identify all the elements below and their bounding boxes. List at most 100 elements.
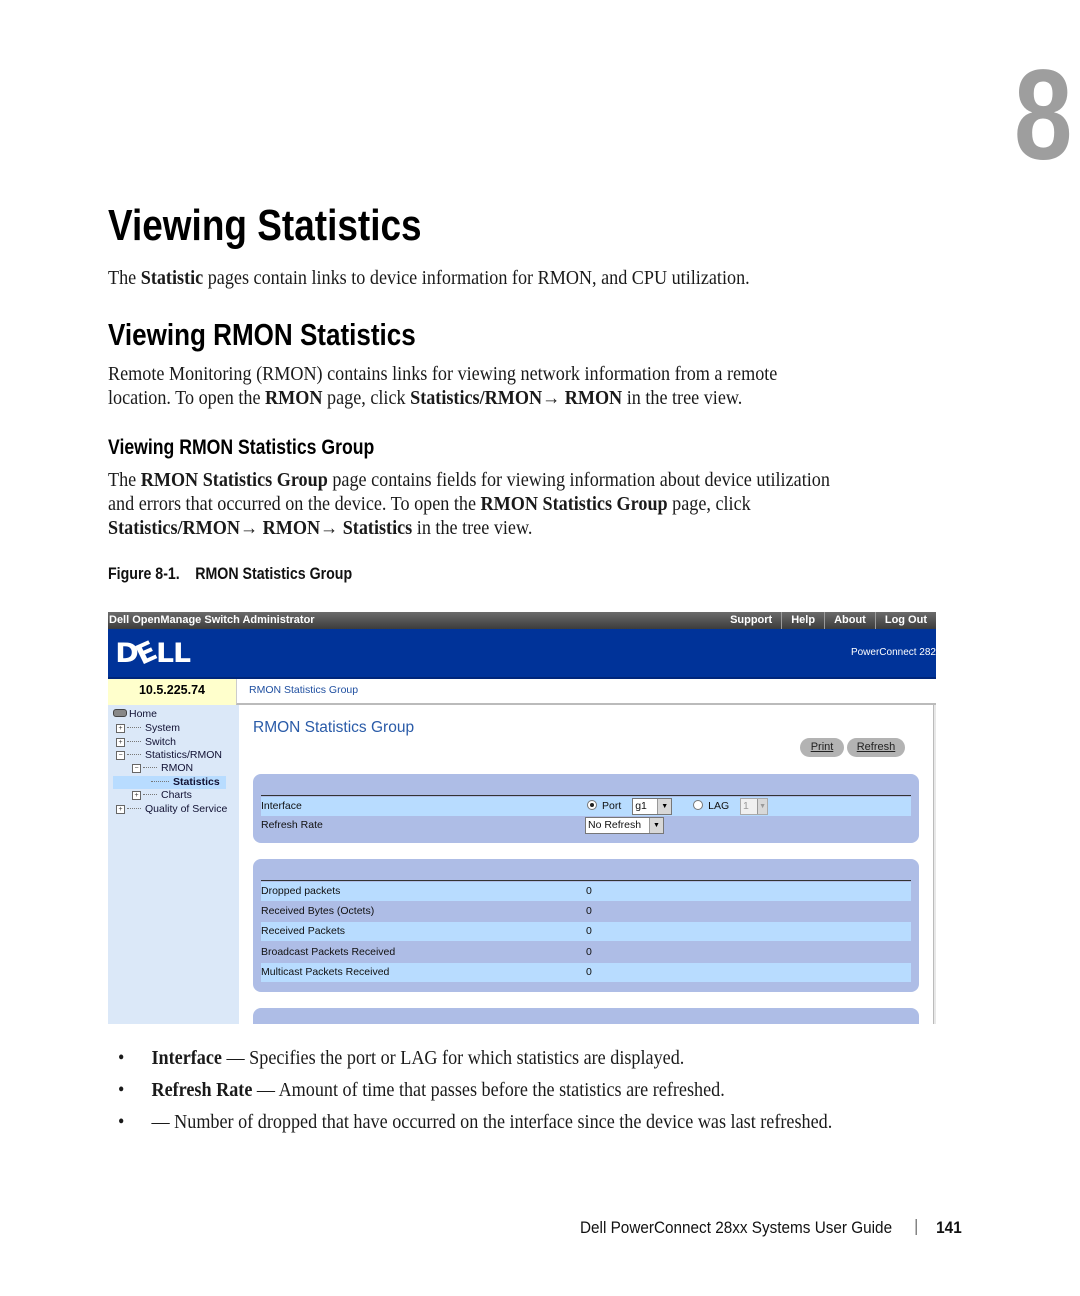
tree-item-statistics[interactable]: Statistics <box>113 776 226 789</box>
dropdown-arrow-icon: ▼ <box>657 798 672 814</box>
tree-label: Statistics <box>173 776 220 788</box>
stat-value: 0 <box>586 966 592 978</box>
refresh-rate-label: Refresh Rate <box>261 819 323 831</box>
collapse-icon[interactable]: − <box>132 764 141 773</box>
text: page contains fields for viewing informa… <box>327 470 830 491</box>
expand-icon[interactable]: + <box>116 724 125 733</box>
bullet-desc: — Specifies the port or LAG for which st… <box>221 1048 685 1069</box>
stat-label: Multicast Packets Received <box>261 966 390 978</box>
select-value: No Refresh <box>588 818 642 831</box>
port-radio[interactable] <box>587 800 597 810</box>
figure-caption: Figure 8-1. RMON Statistics Group <box>108 565 352 584</box>
bold-term: Statistic <box>140 268 204 289</box>
collapse-icon[interactable]: − <box>116 751 125 760</box>
subsection-heading: Viewing RMON Statistics Group <box>108 436 375 459</box>
text-line: Statistics/RMON→ RMON→ Statistics in the… <box>108 517 830 541</box>
statistics-panel: Dropped packets 0 Received Bytes (Octets)… <box>253 859 919 992</box>
tree-view: Home + System + Switch − Statistics/RMON − R… <box>108 705 239 1024</box>
page-footer: Dell PowerConnect 28xx Systems User Guid… <box>580 1218 962 1238</box>
app-title-bar: Dell OpenManage Switch Administrator Sup… <box>108 612 936 629</box>
bullet-desc: — Amount of time that passes before the … <box>252 1080 725 1101</box>
bold-term: RMON <box>265 388 323 409</box>
tree-item-statistics-rmon[interactable]: − Statistics/RMON <box>116 749 222 762</box>
tree-label: Charts <box>161 789 192 801</box>
tree-item-charts[interactable]: + Charts <box>132 789 192 802</box>
group-paragraph: The RMON Statistics Group page contains … <box>108 469 830 541</box>
select-value: g1 <box>635 799 647 812</box>
stat-row: Received Bytes (Octets) 0 <box>261 902 911 921</box>
additional-panel <box>253 1008 919 1024</box>
header-banner: DELL PowerConnect 282 <box>108 629 936 679</box>
tree-item-switch[interactable]: + Switch <box>116 736 176 749</box>
text: location. To open the <box>108 388 266 409</box>
refresh-rate-select[interactable]: No Refresh ▼ <box>585 816 664 834</box>
logout-link[interactable]: Log Out <box>874 612 936 629</box>
chapter-number: 8 <box>1014 44 1072 187</box>
stat-value: 0 <box>586 946 592 958</box>
tree-item-home[interactable]: Home <box>113 708 157 721</box>
divider <box>261 880 911 881</box>
help-link[interactable]: Help <box>781 612 824 629</box>
lag-select[interactable]: 1 ▼ <box>740 797 769 815</box>
tree-item-rmon[interactable]: − RMON <box>132 762 193 775</box>
top-links: Support Help About Log Out <box>721 612 936 629</box>
tree-label: System <box>145 722 181 734</box>
tree-item-system[interactable]: + System <box>116 722 180 735</box>
stat-label: Broadcast Packets Received <box>261 946 396 958</box>
about-link[interactable]: About <box>824 612 875 629</box>
bold-term: Statistics/RMON→ RMON→ Statistics <box>108 518 413 539</box>
settings-panel: Interface Port g1 ▼ LAG 1 ▼ Refresh Rate N… <box>253 774 919 843</box>
refresh-button[interactable]: Refresh <box>847 738 905 757</box>
support-link[interactable]: Support <box>721 612 781 629</box>
expand-icon[interactable]: + <box>116 805 125 814</box>
stat-value: 0 <box>586 905 592 917</box>
text: The <box>108 268 141 289</box>
dropdown-arrow-icon: ▼ <box>649 817 663 833</box>
breadcrumb: RMON Statistics Group <box>249 684 359 696</box>
select-value: 1 <box>743 799 749 812</box>
tree-label: Switch <box>145 736 176 748</box>
stat-row: Broadcast Packets Received 0 <box>261 943 911 962</box>
text: in the tree view. <box>412 518 533 539</box>
stat-label: Dropped packets <box>261 885 341 897</box>
refresh-rate-row: Refresh Rate No Refresh ▼ <box>261 816 911 835</box>
guide-title: Dell PowerConnect 28xx Systems User Guid… <box>580 1218 893 1237</box>
expand-icon[interactable]: + <box>132 791 141 800</box>
bullet-icon: • <box>118 1048 125 1069</box>
print-button[interactable]: Print <box>800 738 844 757</box>
text: in the tree view. <box>622 388 743 409</box>
page-number: 141 <box>936 1218 962 1237</box>
vertical-scrollbar[interactable] <box>933 705 936 1024</box>
tree-item-quality-of-service[interactable]: + Quality of Service <box>116 803 227 816</box>
tree-label: Quality of Service <box>145 803 228 815</box>
stat-row: Received Packets 0 <box>261 922 911 941</box>
interface-controls: Port g1 ▼ LAG 1 ▼ <box>587 797 769 816</box>
port-label: Port <box>602 800 622 812</box>
text-line: and errors that occurred on the device. … <box>108 493 830 517</box>
text-line: location. To open the RMON page, click S… <box>108 387 777 411</box>
expand-icon[interactable]: + <box>116 738 125 747</box>
bullet-term: Interface <box>151 1048 222 1069</box>
text-line: Remote Monitoring (RMON) contains links … <box>108 364 778 385</box>
stat-row: Dropped packets 0 <box>261 882 911 901</box>
port-select[interactable]: g1 ▼ <box>632 797 673 815</box>
divider <box>261 795 911 796</box>
bold-term: RMON Statistics Group <box>480 494 668 515</box>
bold-term: RMON Statistics Group <box>140 470 328 491</box>
figure-number: Figure 8-1. <box>108 565 180 583</box>
intro-paragraph: The Statistic pages contain links to dev… <box>108 267 750 291</box>
dropdown-arrow-icon: ▼ <box>757 798 768 814</box>
stat-label: Received Packets <box>261 925 346 937</box>
stat-value: 0 <box>586 885 592 897</box>
tree-label: RMON <box>161 762 194 774</box>
content-pane: RMON Statistics Group Print Refresh Inte… <box>239 705 936 1024</box>
text: page, click <box>322 388 411 409</box>
home-icon <box>113 709 127 717</box>
screenshot-figure: Dell OpenManage Switch Administrator Sup… <box>108 612 936 1024</box>
figure-title: RMON Statistics Group <box>195 565 353 583</box>
text: pages contain links to device informatio… <box>203 268 750 289</box>
bullet-desc: — Number of dropped that have occurred o… <box>151 1112 833 1133</box>
lag-radio[interactable] <box>693 800 704 810</box>
bullet-icon: • <box>118 1112 125 1133</box>
footer-separator <box>915 1219 917 1235</box>
